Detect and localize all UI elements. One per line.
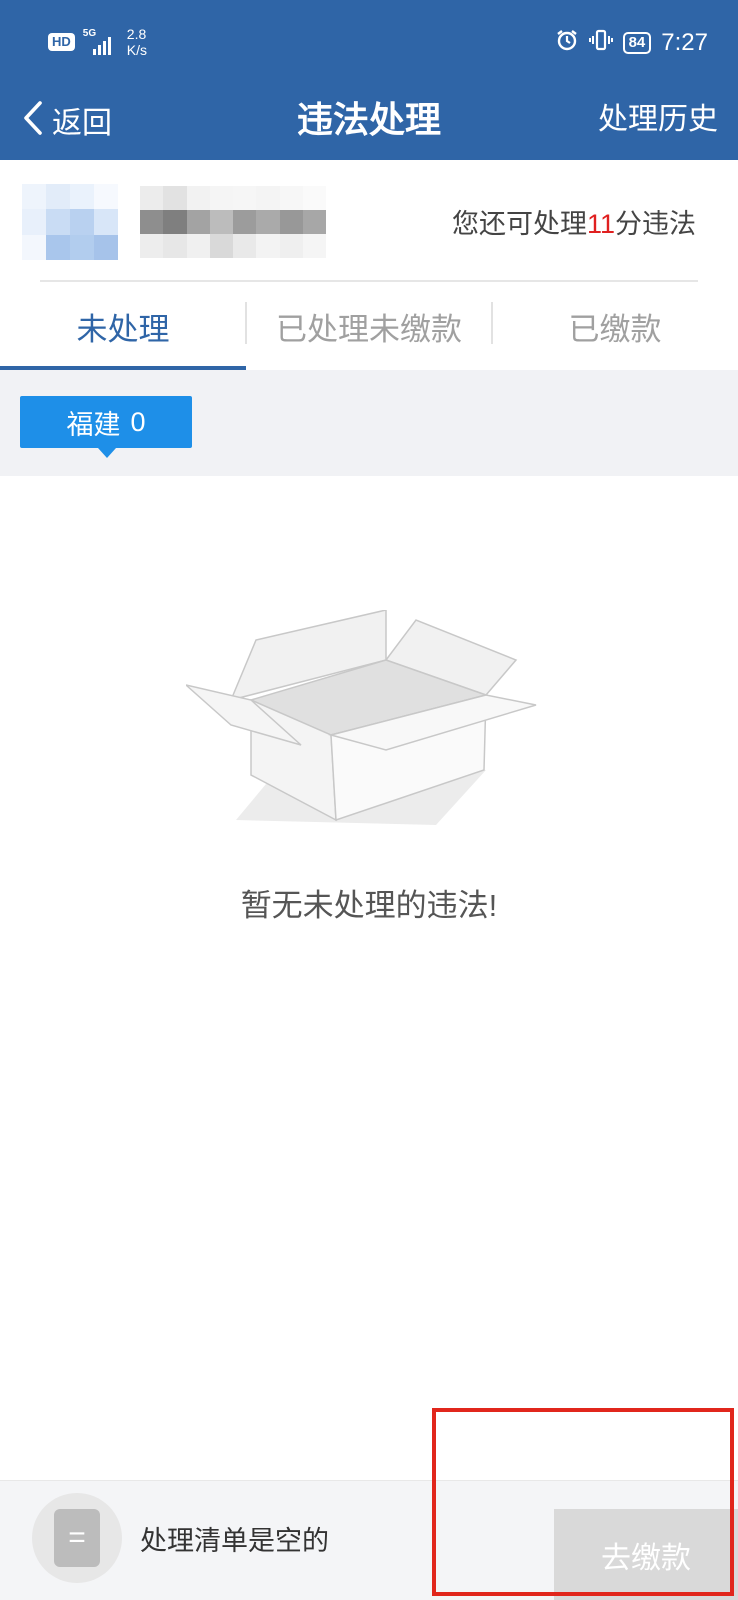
pay-button[interactable]: 去缴款: [554, 1509, 738, 1600]
battery-icon: 84: [622, 32, 652, 54]
status-right: 84 7:27: [555, 28, 708, 58]
bottom-bar: = 处理清单是空的 去缴款: [0, 1480, 738, 1600]
back-label: 返回: [52, 107, 112, 140]
nav-bar: 返回 违法处理 处理历史: [0, 84, 738, 160]
network-speed: 2.8 K/s: [126, 26, 148, 58]
processing-list-status: 处理清单是空的: [140, 1526, 329, 1556]
tab-separator: [491, 302, 493, 344]
status-left: HD 5G 2.8 K/s: [48, 26, 147, 58]
tab-processed-unpaid[interactable]: 已处理未缴款: [246, 282, 492, 370]
region-name: 福建: [66, 409, 121, 440]
region-chip-fujian[interactable]: 福建 0: [20, 396, 192, 458]
vibrate-icon: [588, 28, 613, 58]
back-button[interactable]: 返回: [22, 94, 112, 146]
history-button[interactable]: 处理历史: [598, 94, 718, 146]
list-icon: =: [54, 1509, 100, 1567]
empty-box-icon: [185, 609, 556, 850]
header: HD 5G 2.8 K/s 84 7:27 返回 违法处理 处理历史: [0, 0, 738, 160]
alarm-icon: [555, 28, 579, 58]
region-filter-bar: 福建 0: [0, 370, 738, 476]
signal-icon: 5G: [83, 29, 119, 55]
tab-paid[interactable]: 已缴款: [492, 282, 738, 370]
tab-unprocessed[interactable]: 未处理: [0, 282, 246, 370]
clock: 7:27: [661, 29, 708, 56]
points-quota: 您还可处理11分违法: [451, 209, 696, 239]
empty-state-message: 暂无未处理的违法!: [240, 888, 498, 923]
status-tabs: 未处理 已处理未缴款 已缴款: [0, 282, 738, 370]
hd-badge: HD: [48, 33, 75, 51]
region-count: 0: [130, 406, 146, 437]
avatar: [22, 184, 118, 260]
user-name-blurred: [140, 186, 326, 258]
status-bar: HD 5G 2.8 K/s 84 7:27: [0, 0, 738, 84]
processing-list-button[interactable]: =: [32, 1493, 122, 1583]
points-quota-number: 11: [586, 209, 615, 239]
tab-separator: [245, 302, 247, 344]
violation-handling-screen: HD 5G 2.8 K/s 84 7:27 返回 违法处理 处理历史 您还可处理…: [0, 0, 738, 1600]
user-profile-row: 您还可处理11分违法: [0, 160, 738, 280]
chevron-left-icon: [22, 100, 44, 141]
